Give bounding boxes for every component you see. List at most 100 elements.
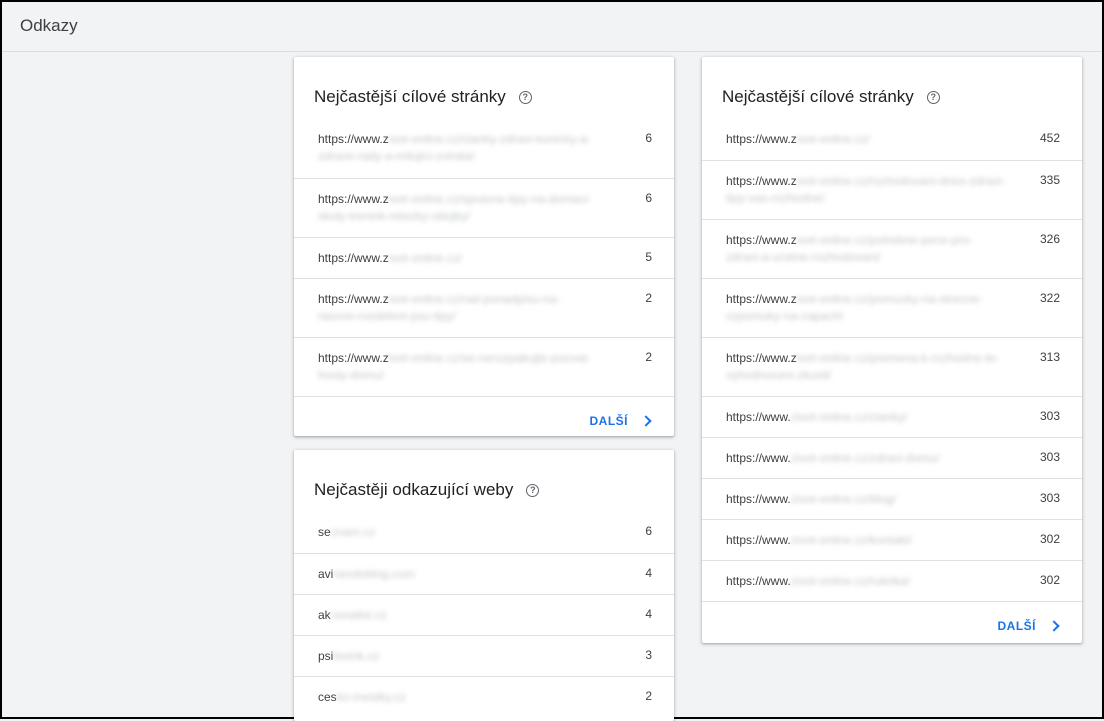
- url-visible: https://www.z: [726, 233, 797, 247]
- url-visible: https://www.z: [726, 174, 797, 188]
- help-circle-icon[interactable]: ?: [926, 90, 940, 104]
- row-url: https://www.zivot-online.cz/spravne-tipy…: [318, 191, 598, 225]
- row-count: 6: [645, 191, 652, 205]
- row-url: https://www.zivot-online.cz/zdravi-domu/: [726, 450, 1006, 467]
- url-blurred: zivot-online.cz/clanky/: [790, 410, 908, 424]
- list-item[interactable]: akcenalist.cz 4: [294, 594, 674, 635]
- list-item[interactable]: https://www.zivot-online.cz/rad-ponadpis…: [294, 278, 674, 337]
- page-title: Odkazy: [20, 16, 78, 35]
- row-count: 2: [645, 689, 652, 703]
- row-count: 2: [645, 350, 652, 364]
- row-site: akcenalist.cz: [318, 607, 598, 624]
- url-visible: https://www.: [726, 410, 791, 424]
- url-visible: https://www.z: [318, 292, 389, 306]
- url-visible: https://www.: [726, 451, 791, 465]
- card-title: Nejčastější cílové stránky ?: [702, 57, 1082, 119]
- row-count: 335: [1039, 173, 1060, 187]
- site-visible: ak: [318, 608, 331, 622]
- top-target-pages-card-left: Nejčastější cílové stránky ? https://www…: [294, 57, 674, 436]
- card-title: Nejčastěji odkazující weby ?: [294, 450, 674, 512]
- row-count: 326: [1039, 232, 1060, 246]
- row-list: https://www.zivot-online.cz/ 452 https:/…: [702, 119, 1082, 601]
- row-url: https://www.zivot-online.cz/clanky/: [726, 409, 1006, 426]
- row-count: 4: [645, 566, 652, 580]
- site-blurred: lovink.cz: [333, 649, 380, 663]
- chevron-right-icon: [1048, 619, 1060, 632]
- row-site: cesko-mestky.cz: [318, 689, 598, 706]
- list-item[interactable]: https://www.zivot-online.cz/pomucky-na-s…: [702, 278, 1082, 337]
- site-blurred: nevdoblog.com: [333, 567, 415, 581]
- row-list: seznam.cz 6 avinevdoblog.com 4 akcenalis…: [294, 512, 674, 717]
- list-item[interactable]: https://www.zivot-online.cz/potrebne-pec…: [702, 219, 1082, 278]
- url-blurred: zivot-online.cz/rubrika/: [790, 574, 911, 588]
- card-title: Nejčastější cílové stránky ?: [294, 57, 674, 119]
- list-item[interactable]: https://www.zivot-online.cz/blog/ 303: [702, 478, 1082, 519]
- row-site: psilovink.cz: [318, 648, 598, 665]
- chevron-right-icon: [640, 414, 652, 427]
- list-item[interactable]: https://www.zivot-online.cz/kontakt/ 302: [702, 519, 1082, 560]
- row-url: https://www.zivot-online.cz/rad-ponadpis…: [318, 291, 598, 325]
- more-button[interactable]: DALŠÍ: [997, 618, 1060, 633]
- row-url: https://www.zivot-online.cz/premena-k-ro…: [726, 350, 1006, 384]
- list-item[interactable]: https://www.zivot-online.cz/rubrika/ 302: [702, 560, 1082, 601]
- url-visible: https://www.: [726, 533, 791, 547]
- row-url: https://www.zivot-online.cz/rozhodovani-…: [726, 173, 1006, 207]
- site-blurred: cenalist.cz: [330, 608, 387, 622]
- site-visible: ces: [318, 690, 337, 704]
- row-url: https://www.zivot-online.cz/: [726, 131, 1006, 148]
- row-count: 6: [645, 131, 652, 145]
- list-item[interactable]: https://www.zivot-online.cz/clanky-zdrav…: [294, 119, 674, 178]
- row-count: 4: [645, 607, 652, 621]
- card-footer: DALŠÍ: [294, 396, 674, 444]
- row-url: https://www.zivot-online.cz/se-nerozpaku…: [318, 350, 598, 384]
- help-circle-icon[interactable]: ?: [526, 483, 540, 497]
- card-title-text: Nejčastější cílové stránky: [314, 87, 506, 106]
- row-count: 302: [1039, 573, 1060, 587]
- list-item[interactable]: https://www.zivot-online.cz/se-nerozpaku…: [294, 337, 674, 396]
- site-visible: psi: [318, 649, 334, 663]
- url-visible: https://www.z: [726, 292, 797, 306]
- row-count: 6: [645, 524, 652, 538]
- url-blurred: ivot-online.cz/: [796, 132, 871, 146]
- url-visible: https://www.z: [318, 192, 389, 206]
- row-count: 322: [1039, 291, 1060, 305]
- list-item[interactable]: https://www.zivot-online.cz/ 5: [294, 237, 674, 278]
- list-item[interactable]: https://www.zivot-online.cz/spravne-tipy…: [294, 178, 674, 237]
- url-blurred: zivot-online.cz/kontakt/: [790, 533, 913, 547]
- list-item[interactable]: psilovink.cz 3: [294, 635, 674, 676]
- url-visible: https://www.z: [318, 251, 389, 265]
- row-list: https://www.zivot-online.cz/clanky-zdrav…: [294, 119, 674, 396]
- url-blurred: zivot-online.cz/zdravi-domu/: [790, 451, 940, 465]
- row-url: https://www.zivot-online.cz/blog/: [726, 491, 1006, 508]
- more-label: DALŠÍ: [589, 413, 628, 428]
- url-visible: https://www.z: [726, 132, 797, 146]
- row-count: 313: [1039, 350, 1060, 364]
- top-linking-sites-card: Nejčastěji odkazující weby ? seznam.cz 6…: [294, 450, 674, 721]
- url-visible: https://www.: [726, 574, 791, 588]
- card-footer: DALŠÍ: [702, 601, 1082, 649]
- list-item[interactable]: https://www.zivot-online.cz/clanky/ 303: [702, 396, 1082, 437]
- list-item[interactable]: https://www.zivot-online.cz/ 452: [702, 119, 1082, 160]
- row-count: 303: [1039, 450, 1060, 464]
- url-blurred: zivot-online.cz/blog/: [790, 492, 897, 506]
- row-url: https://www.zivot-online.cz/: [318, 250, 598, 267]
- site-visible: se: [318, 525, 331, 539]
- help-circle-icon[interactable]: ?: [518, 90, 532, 104]
- list-item[interactable]: https://www.zivot-online.cz/zdravi-domu/…: [702, 437, 1082, 478]
- site-blurred: ko-mestky.cz: [336, 690, 406, 704]
- list-item[interactable]: seznam.cz 6: [294, 512, 674, 553]
- more-button[interactable]: DALŠÍ: [589, 413, 652, 428]
- row-count: 303: [1039, 409, 1060, 423]
- list-item[interactable]: https://www.zivot-online.cz/rozhodovani-…: [702, 160, 1082, 219]
- list-item[interactable]: cesko-mestky.cz 2: [294, 676, 674, 717]
- url-visible: https://www.: [726, 492, 791, 506]
- row-url: https://www.zivot-online.cz/rubrika/: [726, 573, 1006, 590]
- list-item[interactable]: https://www.zivot-online.cz/premena-k-ro…: [702, 337, 1082, 396]
- more-label: DALŠÍ: [997, 618, 1036, 633]
- site-blurred: znam.cz: [330, 525, 376, 539]
- list-item[interactable]: avinevdoblog.com 4: [294, 553, 674, 594]
- page-header: Odkazy: [2, 2, 1102, 52]
- row-url: https://www.zivot-online.cz/clanky-zdrav…: [318, 131, 598, 165]
- row-count: 303: [1039, 491, 1060, 505]
- card-title-text: Nejčastější cílové stránky: [722, 87, 914, 106]
